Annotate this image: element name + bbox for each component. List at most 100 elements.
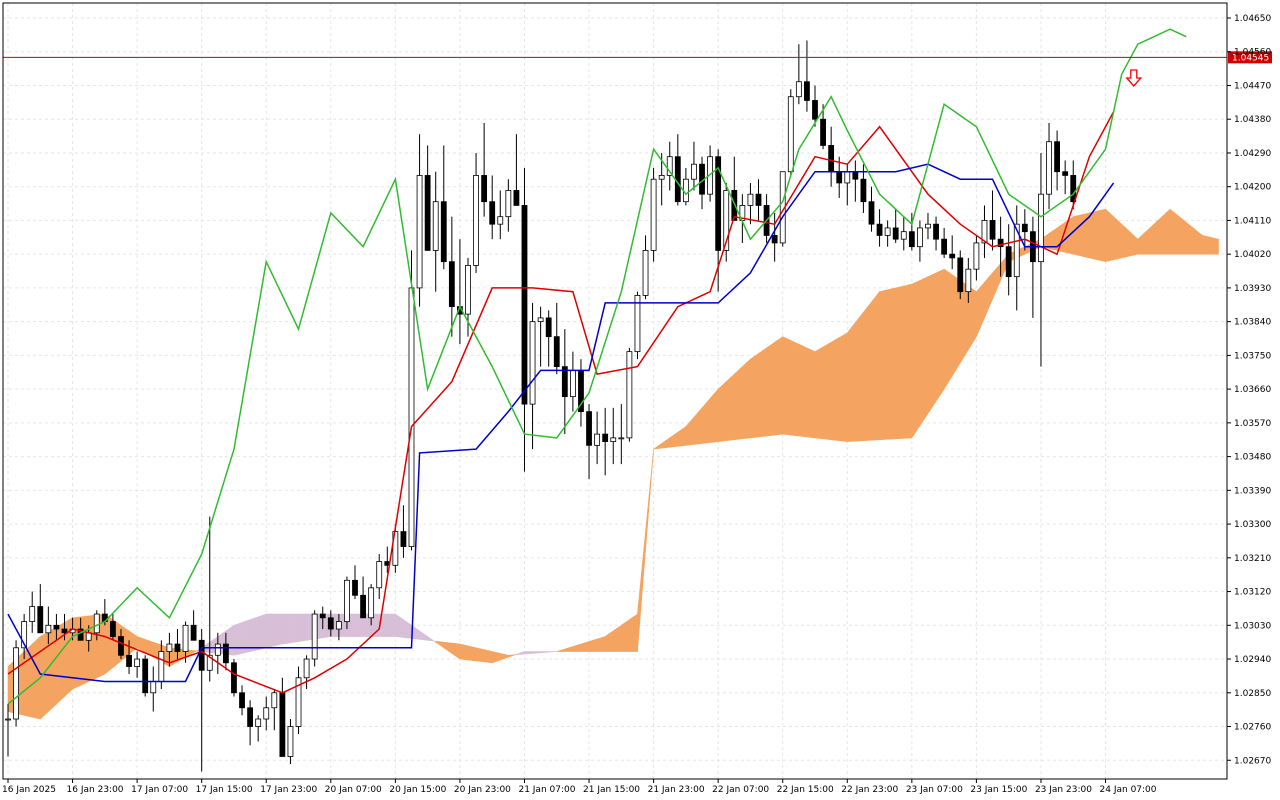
cloud-segment	[657, 442, 662, 449]
x-tick-label: 22 Jan 07:00	[712, 785, 769, 795]
cloud-segment	[883, 289, 888, 440]
candle-bear	[908, 231, 915, 248]
candle-bear	[110, 621, 116, 637]
cloud-segment	[717, 384, 723, 442]
cloud-segment	[746, 358, 751, 439]
cloud-segment	[1097, 209, 1102, 262]
y-tick-label: 1.04020	[1234, 250, 1271, 260]
y-tick-label: 1.04200	[1234, 183, 1271, 193]
cloud-segment	[459, 643, 465, 660]
candle-bull	[182, 624, 189, 652]
cloud-segment	[415, 627, 420, 640]
cloud-segment	[1076, 214, 1082, 257]
cloud-segment	[306, 613, 311, 641]
y-tick-label: 1.03390	[1234, 486, 1271, 496]
cloud-segment	[947, 271, 953, 384]
cloud-segment	[354, 613, 360, 637]
cloud-segment	[713, 388, 719, 443]
cloud-segment	[1173, 211, 1179, 255]
y-tick-label: 1.02760	[1234, 723, 1271, 733]
cloud-segment	[794, 341, 800, 437]
cloud-segment	[721, 380, 727, 442]
candle-bear	[949, 253, 956, 259]
cloud-segment	[972, 288, 977, 345]
cloud-segment	[709, 393, 715, 443]
cloud-segment	[923, 276, 929, 421]
candle-bear	[279, 692, 286, 757]
candle-bull	[1038, 193, 1044, 263]
cloud-segment	[80, 616, 85, 686]
cloud-segment	[1165, 208, 1171, 255]
price-axis[interactable]: 1.04650 1.04560 1.04470 1.04380 1.04290 1.042…	[1227, 14, 1271, 766]
cloud-segment	[451, 642, 457, 657]
x-tick-label: 21 Jan 23:00	[648, 785, 705, 795]
cloud-segment	[1129, 230, 1135, 257]
candle-bear	[545, 317, 552, 338]
cloud-segment	[294, 613, 299, 643]
y-tick-label: 1.04290	[1234, 149, 1271, 159]
candle-bear	[731, 190, 738, 221]
cloud-segment	[782, 336, 788, 435]
candle-bull	[368, 587, 375, 619]
cloud-segment	[798, 343, 804, 437]
y-tick-label: 1.04110	[1234, 216, 1271, 226]
cloud-segment	[879, 290, 884, 441]
cloud-segment	[237, 622, 243, 655]
candle-bear	[755, 193, 762, 206]
time-axis[interactable]: 16 Jan 2025 16 Jan 23:00 17 Jan 07:00 17 Ja…	[2, 779, 1157, 795]
candle-bear	[239, 692, 245, 709]
candle-bull	[747, 193, 754, 206]
cloud-segment	[907, 283, 913, 439]
cloud-segment	[382, 613, 388, 637]
cloud-segment	[19, 650, 25, 716]
cloud-segment	[1113, 215, 1118, 261]
candle-bear	[61, 628, 68, 634]
candle-bull	[570, 369, 576, 398]
candle-bear	[481, 175, 488, 203]
candle-bear	[231, 662, 237, 694]
x-tick-label: 17 Jan 23:00	[260, 785, 317, 795]
x-tick-label: 21 Jan 07:00	[518, 785, 575, 795]
y-tick-label: 1.03480	[1234, 453, 1271, 463]
cloud-segment	[76, 616, 81, 688]
cloud-segment	[84, 615, 89, 684]
candle-bull	[618, 437, 625, 440]
cloud-segment	[669, 434, 675, 448]
cloud-segment	[939, 268, 945, 397]
candle-bull	[432, 201, 439, 251]
candle-bull	[682, 178, 689, 203]
cloud-segment	[1214, 237, 1219, 255]
candle-bear	[812, 100, 818, 120]
cloud-segment	[282, 613, 287, 645]
cloud-segment	[899, 285, 905, 439]
candle-bear	[820, 118, 826, 146]
cloud-segment	[770, 341, 775, 436]
grid-lines	[3, 3, 1227, 779]
cloud-segment	[540, 651, 545, 654]
candle-bull	[335, 621, 342, 630]
cloud-segment	[814, 348, 820, 439]
cloud-segment	[701, 402, 707, 444]
cloud-segment	[257, 615, 263, 651]
cloud-segment	[616, 624, 622, 652]
cloud-segment	[298, 613, 303, 642]
cloud-segment	[673, 431, 679, 448]
cloud-segment	[504, 653, 509, 659]
cloud-segment	[455, 643, 461, 660]
y-tick-label: 1.02940	[1234, 655, 1271, 665]
cloud-segment	[479, 648, 485, 663]
ichimoku-chart[interactable]: 1.04545 1.046501.045601.044701.043801.04…	[0, 0, 1280, 800]
cloud-segment	[1161, 212, 1167, 255]
cloud-segment	[863, 306, 868, 441]
cloud-segment	[851, 321, 856, 442]
candle-bull	[787, 96, 794, 173]
candle-bull	[416, 175, 423, 289]
cloud-segment	[495, 652, 501, 662]
cloud-segment	[399, 616, 404, 638]
cloud-segment	[729, 373, 735, 441]
cloud-segment	[1093, 210, 1098, 261]
x-tick-label: 22 Jan 23:00	[841, 785, 898, 795]
cloud-segment	[968, 285, 973, 351]
cloud-segment	[1121, 223, 1126, 259]
cloud-segment	[612, 627, 618, 652]
